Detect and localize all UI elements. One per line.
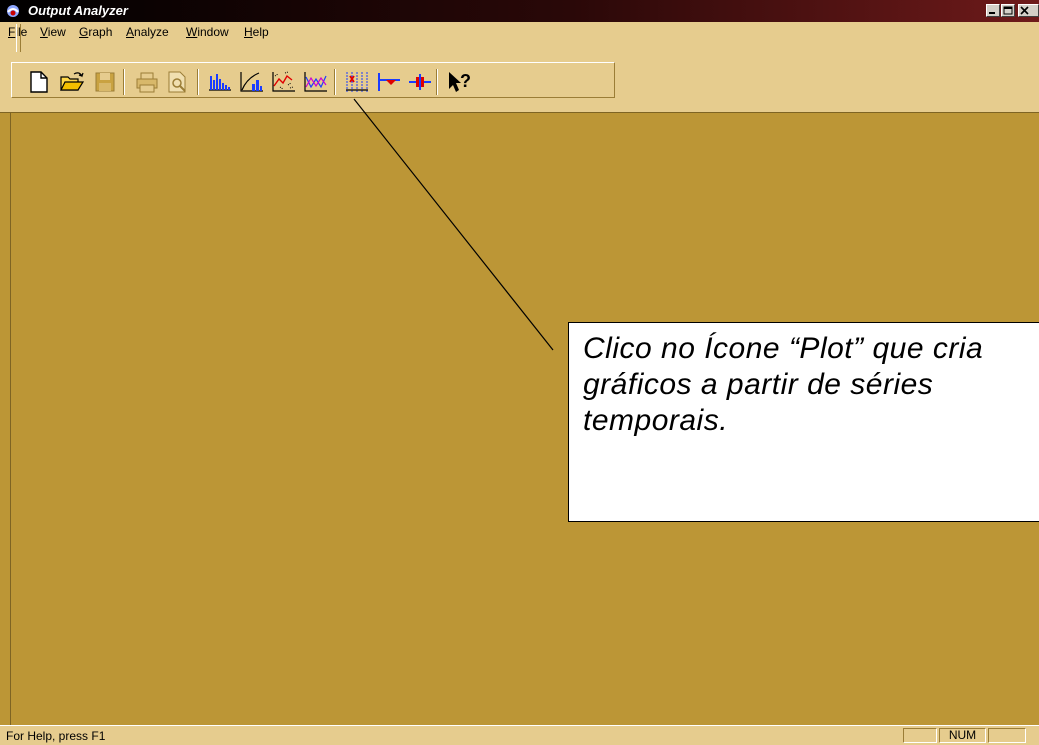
status-panel-caps xyxy=(903,728,937,743)
annotation-callout: Clico no Ícone “Plot” que cria gráficos … xyxy=(568,322,1039,522)
status-bar: For Help, press F1 NUM xyxy=(0,725,1039,745)
status-panel-num: NUM xyxy=(939,728,986,743)
status-panel-scroll xyxy=(988,728,1026,743)
status-text: For Help, press F1 xyxy=(6,729,106,743)
